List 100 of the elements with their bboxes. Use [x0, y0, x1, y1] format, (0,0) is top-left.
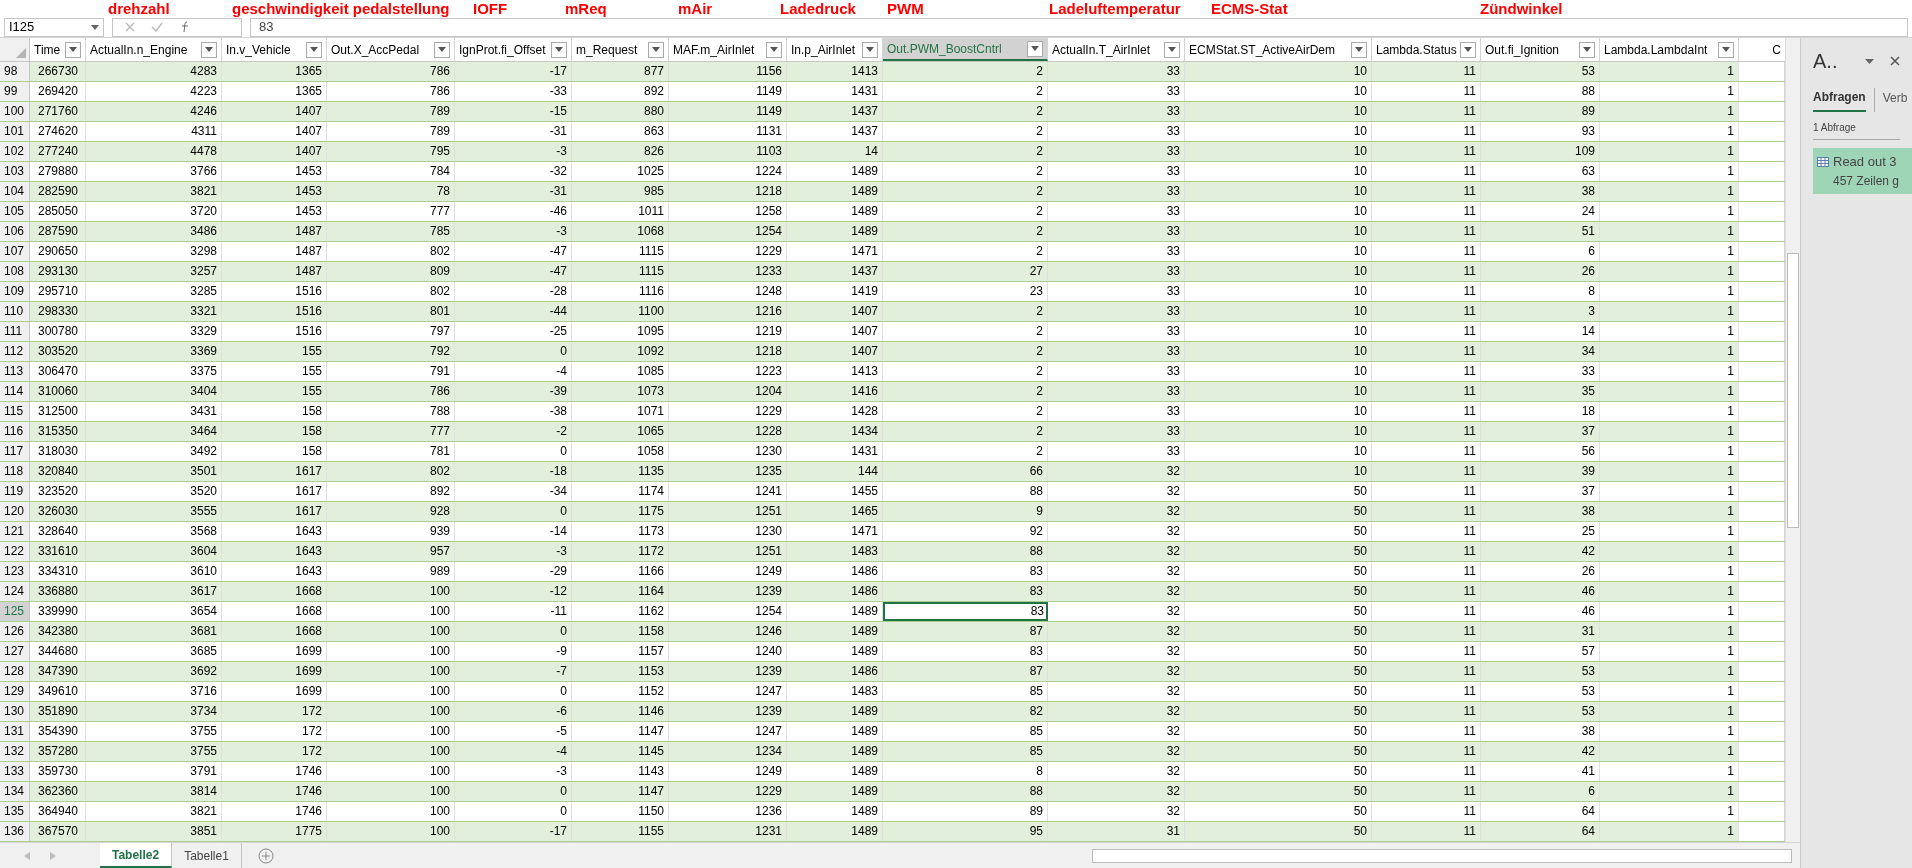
- check-icon[interactable]: [151, 22, 163, 32]
- row-header[interactable]: 125: [0, 602, 30, 621]
- column-header[interactable]: Out.PWM_BoostCntrl: [883, 38, 1048, 61]
- table-cell: 1416: [787, 382, 883, 401]
- scrollbar-thumb[interactable]: [1787, 253, 1799, 528]
- annotation-label: Ladeluftemperatur: [1049, 0, 1181, 17]
- row-header[interactable]: 129: [0, 682, 30, 701]
- row-header[interactable]: 109: [0, 282, 30, 301]
- table-cell: 880: [572, 102, 669, 121]
- filter-dropdown-button[interactable]: [1460, 41, 1476, 58]
- row-header[interactable]: 127: [0, 642, 30, 661]
- vertical-scrollbar[interactable]: [1785, 38, 1800, 842]
- dropdown-icon[interactable]: [1865, 58, 1874, 64]
- row-header[interactable]: 136: [0, 822, 30, 841]
- row-header[interactable]: 133: [0, 762, 30, 781]
- row-header[interactable]: 116: [0, 422, 30, 441]
- table-cell: 287590: [30, 222, 86, 241]
- row-header[interactable]: 131: [0, 722, 30, 741]
- filter-dropdown-button[interactable]: [306, 41, 322, 58]
- table-cell: 795: [327, 142, 455, 161]
- caret-icon: [1355, 47, 1363, 52]
- name-box[interactable]: I125: [4, 17, 104, 37]
- row-header[interactable]: 123: [0, 562, 30, 581]
- row-header[interactable]: 130: [0, 702, 30, 721]
- row-header[interactable]: 99: [0, 82, 30, 101]
- table-cell: 9: [883, 502, 1048, 521]
- filter-dropdown-button[interactable]: [648, 41, 664, 58]
- row-header[interactable]: 132: [0, 742, 30, 761]
- table-cell: 1218: [669, 182, 787, 201]
- row-header[interactable]: 108: [0, 262, 30, 281]
- row-header[interactable]: 135: [0, 802, 30, 821]
- pane-title: A..: [1813, 49, 1838, 74]
- row-header[interactable]: 117: [0, 442, 30, 461]
- table-cell: 1: [1600, 62, 1739, 81]
- filter-dropdown-button[interactable]: [766, 41, 782, 58]
- row-header[interactable]: 110: [0, 302, 30, 321]
- row-header[interactable]: 103: [0, 162, 30, 181]
- row-header[interactable]: 122: [0, 542, 30, 561]
- filter-dropdown-button[interactable]: [201, 41, 217, 58]
- table-cell: 10: [1185, 382, 1372, 401]
- row-header[interactable]: 118: [0, 462, 30, 481]
- row-header[interactable]: 107: [0, 242, 30, 261]
- table-cell: 1: [1600, 382, 1739, 401]
- row-header[interactable]: 106: [0, 222, 30, 241]
- table-cell: 1: [1600, 742, 1739, 761]
- table-cell: 42: [1481, 542, 1600, 561]
- filter-dropdown-button[interactable]: [1351, 41, 1367, 58]
- table-cell: 11: [1372, 342, 1481, 361]
- filter-dropdown-button[interactable]: [1718, 41, 1734, 58]
- filter-dropdown-button[interactable]: [434, 41, 450, 58]
- filter-dropdown-button[interactable]: [1579, 41, 1595, 58]
- row-header[interactable]: 126: [0, 622, 30, 641]
- horizontal-scrollbar[interactable]: [1092, 848, 1792, 863]
- table-cell: 32: [1048, 542, 1185, 561]
- table-cell: 1465: [787, 502, 883, 521]
- row-header[interactable]: 124: [0, 582, 30, 601]
- row-header[interactable]: 98: [0, 62, 30, 81]
- query-card[interactable]: Read out 3 457 Zeilen g: [1813, 148, 1912, 194]
- pane-tab[interactable]: Verb: [1873, 88, 1908, 112]
- row-header[interactable]: 114: [0, 382, 30, 401]
- table-cell: 1: [1600, 822, 1739, 841]
- table-cell: 1489: [787, 702, 883, 721]
- table-cell: 31: [1048, 822, 1185, 841]
- table-cell: 801: [327, 302, 455, 321]
- close-icon[interactable]: [1890, 56, 1900, 66]
- row-header[interactable]: 102: [0, 142, 30, 161]
- formula-field[interactable]: 83: [250, 17, 1908, 37]
- table-cell: 32: [1048, 582, 1185, 601]
- row-header[interactable]: 101: [0, 122, 30, 141]
- table-cell: 11: [1372, 542, 1481, 561]
- row-header[interactable]: 111: [0, 322, 30, 341]
- row-header[interactable]: 105: [0, 202, 30, 221]
- sheet-tab[interactable]: Tabelle2: [100, 843, 173, 868]
- table-cell: 50: [1185, 702, 1372, 721]
- row-header[interactable]: 112: [0, 342, 30, 361]
- filter-dropdown-button[interactable]: [551, 41, 567, 58]
- row-header[interactable]: 134: [0, 782, 30, 801]
- row-header[interactable]: 104: [0, 182, 30, 201]
- row-header[interactable]: 120: [0, 502, 30, 521]
- filter-dropdown-button[interactable]: [862, 41, 878, 58]
- table-cell: 10: [1185, 102, 1372, 121]
- annotation-label: IOFF: [473, 0, 508, 17]
- filter-dropdown-button[interactable]: [65, 41, 81, 58]
- row-header[interactable]: 100: [0, 102, 30, 121]
- pane-tab[interactable]: Abfragen: [1813, 88, 1866, 112]
- row-header[interactable]: 113: [0, 362, 30, 381]
- table-cell: 310060: [30, 382, 86, 401]
- row-header[interactable]: 128: [0, 662, 30, 681]
- cell-reference: I125: [9, 18, 35, 37]
- filter-dropdown-button[interactable]: [1164, 41, 1180, 58]
- table-cell: 1233: [669, 262, 787, 281]
- table-cell: 1437: [787, 102, 883, 121]
- table-cell: 32: [1048, 622, 1185, 641]
- table-cell: 331610: [30, 542, 86, 561]
- table-cell: 1204: [669, 382, 787, 401]
- row-header[interactable]: 115: [0, 402, 30, 421]
- table-cell: 786: [327, 382, 455, 401]
- row-header[interactable]: 121: [0, 522, 30, 541]
- filter-dropdown-button[interactable]: [1027, 40, 1043, 57]
- row-header[interactable]: 119: [0, 482, 30, 501]
